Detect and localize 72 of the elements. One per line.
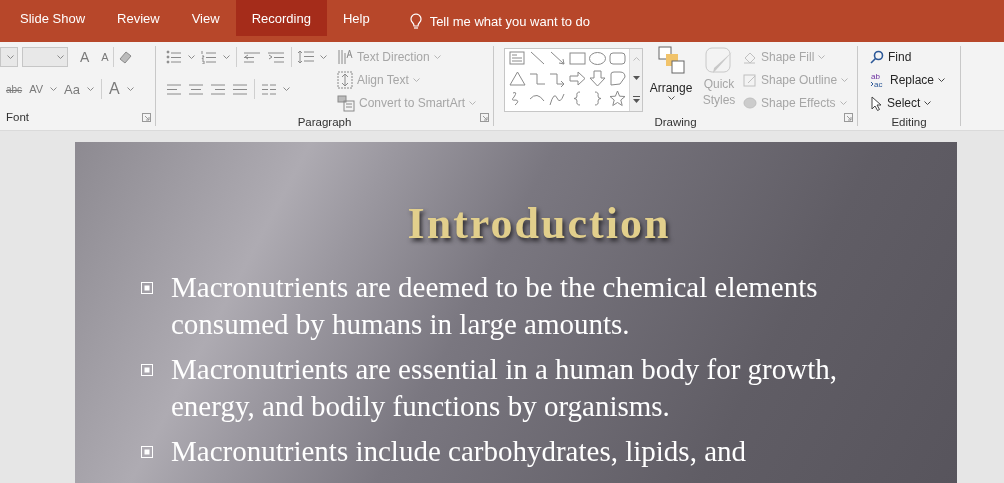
- caret-icon: [433, 55, 441, 59]
- group-label: Paragraph: [297, 116, 352, 128]
- increase-indent-icon[interactable]: [267, 50, 285, 64]
- caret-icon: [223, 55, 230, 59]
- star-icon[interactable]: [607, 88, 627, 108]
- numbering-icon[interactable]: [201, 50, 217, 64]
- bullet-text: Macronutrients include carbohydrates, lipids, and: [171, 434, 747, 469]
- caret-icon: [50, 87, 57, 91]
- down-arrow-icon[interactable]: [587, 68, 607, 88]
- brush-icon: [704, 46, 734, 76]
- caret-icon: [283, 87, 290, 91]
- ribbon-tab[interactable]: Review: [101, 0, 176, 36]
- caret-icon: [126, 87, 134, 91]
- align-left-icon[interactable]: [166, 82, 182, 96]
- ribbon-tab[interactable]: Recording: [235, 0, 327, 36]
- caret-icon: [667, 96, 675, 100]
- caret-icon: [841, 78, 849, 82]
- change-case-button[interactable]: Aa: [64, 81, 80, 97]
- grow-font-button[interactable]: A: [80, 49, 90, 65]
- tell-me-search-field[interactable]: Tell me what you want to do: [429, 13, 591, 29]
- caret-icon: [839, 101, 847, 105]
- line-spacing-icon[interactable]: [298, 49, 314, 65]
- font-name-dropdown[interactable]: [0, 47, 18, 67]
- cursor-icon: [870, 95, 883, 111]
- eraser-icon[interactable]: [117, 50, 132, 64]
- text-box-icon[interactable]: [507, 48, 527, 68]
- ribbon-tab[interactable]: Slide Show: [4, 0, 102, 36]
- slide-title: Introduction: [406, 198, 672, 249]
- caret-icon: [188, 55, 195, 59]
- align-right-icon[interactable]: [210, 82, 226, 96]
- font-color-button[interactable]: A: [108, 80, 120, 98]
- bullets-icon[interactable]: [166, 50, 182, 64]
- align-center-icon[interactable]: [188, 82, 204, 96]
- caret-icon: [469, 101, 477, 105]
- caret-icon: [57, 55, 64, 59]
- dialog-launcher-icon[interactable]: [480, 113, 489, 122]
- bullet-icon: [141, 364, 153, 376]
- group-label: Drawing: [654, 116, 697, 128]
- dialog-launcher-icon[interactable]: [844, 113, 853, 122]
- group-label: Font: [6, 111, 29, 123]
- caret-icon: [924, 101, 932, 105]
- caret-icon: [7, 55, 14, 59]
- lightbulb-icon: [409, 12, 422, 30]
- ribbon-command[interactable]: Select: [870, 92, 946, 114]
- scroll-down-icon[interactable]: [632, 76, 640, 81]
- arrange-button[interactable]: Arrange: [647, 46, 695, 114]
- group-label: Editing: [891, 116, 927, 128]
- scroll-up-icon[interactable]: [632, 56, 640, 61]
- ribbon-tab[interactable]: View: [175, 0, 236, 36]
- caret-icon: [86, 87, 94, 91]
- ribbon-command[interactable]: Find: [870, 46, 946, 68]
- caret-icon: [412, 78, 420, 82]
- character-spacing-button[interactable]: AV: [29, 83, 43, 95]
- font-size-dropdown[interactable]: [22, 47, 68, 67]
- dialog-launcher-icon[interactable]: [142, 113, 151, 122]
- columns-icon[interactable]: [261, 82, 277, 96]
- arrange-icon: [656, 46, 686, 76]
- caret-icon: [938, 78, 946, 82]
- more-icon[interactable]: [632, 96, 640, 104]
- bullet-icon: [141, 446, 153, 458]
- freeform-icon[interactable]: [607, 68, 627, 88]
- strikethrough-button[interactable]: abc: [6, 83, 23, 95]
- caret-icon: [818, 55, 826, 59]
- justify-icon[interactable]: [232, 82, 248, 96]
- decrease-indent-icon[interactable]: [243, 50, 261, 64]
- search-icon: [870, 50, 884, 64]
- shrink-font-button[interactable]: A: [101, 51, 109, 63]
- bullet-text: Macronutrients are deemed to be the chemical elements consumed by humans in large amounts.: [171, 270, 819, 342]
- bullet-text: Macronutrients are essential in a human body for growth, energy, and bodily functions by organisms.: [171, 352, 838, 424]
- bullet-icon: [141, 282, 153, 294]
- caret-icon: [320, 55, 327, 59]
- ribbon-tab[interactable]: Help: [326, 0, 386, 36]
